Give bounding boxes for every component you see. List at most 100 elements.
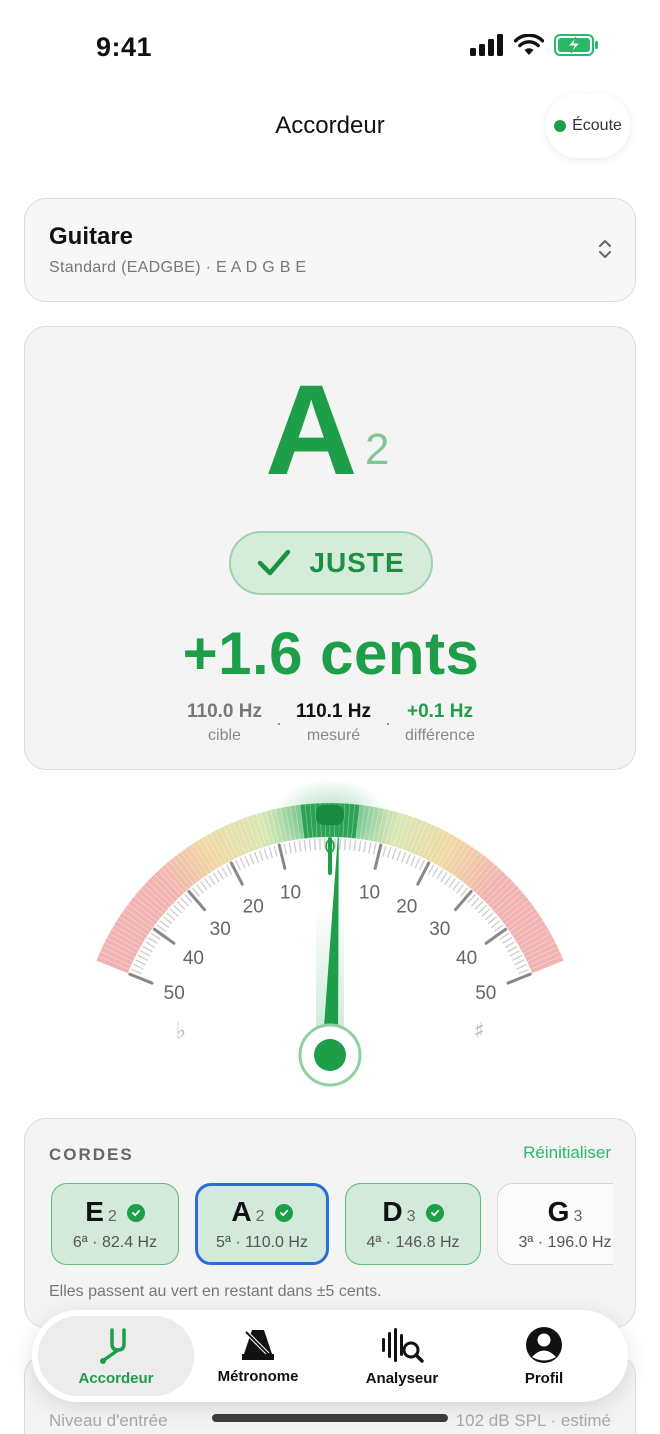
gauge-minor-tick bbox=[484, 912, 494, 921]
instrument-name: Guitare bbox=[49, 223, 134, 250]
gauge-minor-tick bbox=[427, 864, 434, 875]
gauge-tick-label: 40 bbox=[183, 948, 204, 969]
gauge-major-tick bbox=[453, 889, 473, 912]
gauge-minor-tick bbox=[163, 916, 173, 925]
chevron-up-down-icon bbox=[599, 240, 611, 258]
gauge-minor-tick bbox=[499, 932, 510, 940]
listening-dot-icon bbox=[554, 120, 567, 132]
string-chip-d3[interactable]: D 3 4ª · 146.8 Hz bbox=[345, 1183, 481, 1265]
gauge-minor-tick bbox=[474, 901, 484, 910]
target-frequency: 110.0 Hz cible bbox=[187, 701, 262, 745]
gauge-minor-tick bbox=[239, 857, 246, 869]
gauge-minor-tick bbox=[200, 881, 208, 891]
gauge-minor-tick bbox=[212, 872, 220, 883]
gauge-center-label: 0 bbox=[325, 837, 336, 858]
gauge-minor-tick bbox=[169, 908, 179, 917]
status-icons bbox=[470, 34, 600, 56]
separator-dot: · bbox=[276, 713, 282, 733]
gauge-minor-tick bbox=[452, 881, 460, 891]
string-note: A bbox=[231, 1196, 252, 1227]
string-octave: 3 bbox=[573, 1208, 583, 1225]
gauge-minor-tick bbox=[518, 968, 529, 975]
detected-note-card: A 2 JUSTE +1.6 cents 110.0 Hz cible · 11… bbox=[24, 326, 636, 770]
tab-profil[interactable]: Profil bbox=[466, 1316, 622, 1396]
gauge-minor-tick bbox=[217, 869, 224, 880]
gauge-minor-tick bbox=[436, 869, 443, 880]
gauge-minor-tick bbox=[288, 842, 292, 854]
instrument-tuning: Standard (EADGBE) · E A D G B E bbox=[49, 259, 307, 276]
tab-label: Métronome bbox=[217, 1367, 299, 1385]
gauge-major-tick bbox=[277, 843, 287, 870]
instrument-selector[interactable]: Guitare Standard (EADGBE) · E A D G B E bbox=[24, 198, 636, 302]
gauge-minor-tick bbox=[131, 968, 142, 975]
sharp-symbol: ♯ bbox=[474, 1019, 485, 1044]
gauge-minor-tick bbox=[142, 945, 153, 953]
gauge-minor-tick bbox=[176, 901, 186, 910]
gauge-minor-tick bbox=[313, 838, 317, 851]
strings-list[interactable]: E 2 6ª · 82.4 Hz A 2 5ª · 110.0 Hz D 3 4… bbox=[51, 1181, 613, 1267]
gauge-minor-tick bbox=[368, 842, 372, 854]
measured-frequency: 110.1 Hz mesuré bbox=[296, 701, 371, 745]
gauge-minor-tick bbox=[204, 878, 212, 888]
listening-indicator[interactable]: Écoute bbox=[546, 94, 630, 158]
gauge-minor-tick bbox=[372, 843, 377, 855]
gauge-minor-tick bbox=[192, 887, 200, 897]
gauge-major-tick bbox=[484, 927, 508, 945]
gauge-major-tick bbox=[373, 843, 383, 870]
gauge-minor-tick bbox=[180, 897, 189, 907]
gauge-minor-tick bbox=[348, 839, 352, 851]
gauge-major-tick bbox=[229, 861, 244, 886]
gauge-minor-tick bbox=[471, 897, 480, 907]
gauge-minor-tick bbox=[460, 887, 468, 897]
gauge-minor-tick bbox=[507, 945, 518, 953]
gauge-minor-tick bbox=[221, 867, 228, 878]
tab-accordeur[interactable]: Accordeur bbox=[38, 1316, 194, 1396]
gauge-minor-tick bbox=[150, 932, 161, 940]
gauge-minor-tick bbox=[184, 894, 193, 903]
gauge-minor-tick bbox=[444, 875, 452, 885]
gauge-minor-tick bbox=[147, 937, 158, 944]
gauge-minor-tick bbox=[358, 840, 362, 852]
note-octave: 2 bbox=[365, 425, 390, 474]
string-note: D bbox=[382, 1196, 403, 1227]
frequency-difference: +0.1 Hz différence bbox=[405, 701, 475, 745]
gauge-minor-tick bbox=[478, 904, 487, 914]
frequency-row: 110.0 Hz cible · 110.1 Hz mesuré · +0.1 … bbox=[25, 701, 637, 745]
gauge-minor-tick bbox=[140, 950, 151, 957]
tab-label: Analyseur bbox=[365, 1369, 439, 1387]
gauge-minor-tick bbox=[514, 959, 525, 966]
gauge-minor-tick bbox=[391, 848, 397, 860]
gauge-major-tick bbox=[416, 861, 431, 886]
note-letter: A bbox=[265, 359, 358, 502]
tab-analyseur[interactable]: Analyseur bbox=[324, 1316, 480, 1396]
measured-frequency-label: mesuré bbox=[306, 727, 361, 744]
gauge-minor-tick bbox=[432, 867, 439, 878]
gauge-minor-tick bbox=[516, 963, 527, 970]
gauge-minor-tick bbox=[196, 884, 204, 894]
tab-metronome[interactable]: Métronome bbox=[180, 1316, 336, 1396]
checkmark-icon bbox=[258, 549, 291, 576]
string-octave: 2 bbox=[107, 1208, 117, 1225]
tuning-fork-icon bbox=[100, 1327, 126, 1364]
gauge-tick-label: 40 bbox=[456, 948, 477, 969]
gauge-minor-tick bbox=[414, 857, 421, 869]
gauge-tick-label: 10 bbox=[280, 883, 301, 904]
string-chip-e2[interactable]: E 2 6ª · 82.4 Hz bbox=[51, 1183, 179, 1265]
gauge-minor-tick bbox=[487, 916, 497, 925]
gauge-minor-tick bbox=[410, 855, 416, 867]
target-frequency-label: cible bbox=[208, 727, 241, 744]
gauge-tick-label: 20 bbox=[243, 897, 264, 918]
measured-frequency-value: 110.1 Hz bbox=[296, 701, 371, 722]
reset-button[interactable]: Réinitialiser bbox=[523, 1143, 611, 1163]
string-note: G bbox=[547, 1196, 570, 1227]
string-octave: 3 bbox=[406, 1208, 416, 1225]
cellular-signal-icon bbox=[470, 34, 503, 56]
gauge-minor-tick bbox=[293, 841, 297, 853]
string-chip-a2[interactable]: A 2 5ª · 110.0 Hz bbox=[195, 1183, 329, 1265]
gauge-minor-tick bbox=[493, 924, 504, 932]
string-detail: 3ª · 196.0 Hz bbox=[518, 1234, 612, 1251]
strings-title: CORDES bbox=[49, 1145, 134, 1164]
frequency-difference-value: +0.1 Hz bbox=[406, 701, 473, 722]
gauge-minor-tick bbox=[135, 959, 146, 966]
string-chip-g3[interactable]: G 3 3ª · 196.0 Hz bbox=[497, 1183, 613, 1265]
